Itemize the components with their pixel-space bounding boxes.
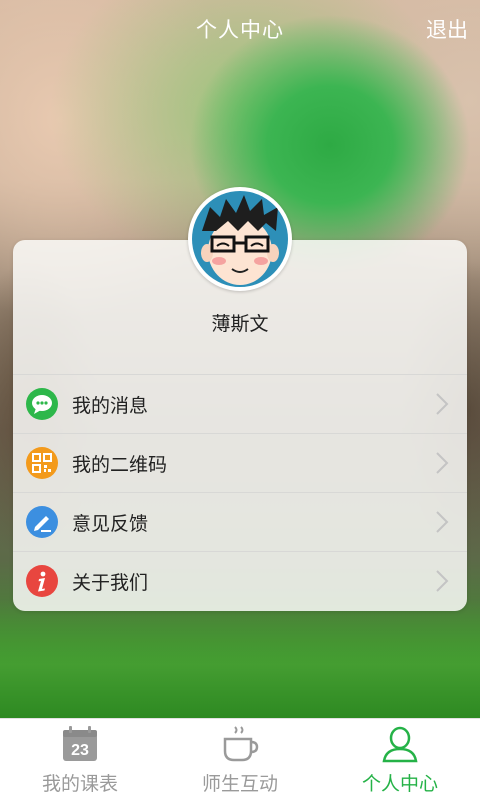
profile-name: 薄斯文 <box>211 313 269 335</box>
page-title: 个人中心 <box>196 18 284 42</box>
tab-schedule[interactable]: 23 我的课表 <box>0 719 160 801</box>
logout-button[interactable]: 退出 <box>426 14 468 44</box>
menu-item-label: 关于我们 <box>72 572 149 594</box>
tab-interaction[interactable]: 师生互动 <box>160 719 320 801</box>
calendar-icon: 23 <box>63 726 97 761</box>
tab-label: 个人中心 <box>361 773 438 795</box>
cup-icon <box>223 726 259 762</box>
user-icon <box>382 726 418 763</box>
info-icon <box>26 565 58 597</box>
bottom-tab-bar: 23 我的课表 师生互动 个人中心 <box>0 718 480 801</box>
profile-menu: 我的消息 我的二维码 意见反馈 关于我们 <box>13 374 467 610</box>
menu-item-label: 我的二维码 <box>72 454 168 476</box>
chevron-right-icon <box>436 393 449 415</box>
menu-item-qrcode[interactable]: 我的二维码 <box>13 433 467 492</box>
calendar-date: 23 <box>71 742 89 759</box>
qr-code-icon <box>26 447 58 479</box>
tab-label: 我的课表 <box>41 773 118 795</box>
chevron-right-icon <box>436 452 449 474</box>
pencil-icon <box>26 506 58 538</box>
tab-label: 师生互动 <box>201 773 278 795</box>
menu-item-label: 意见反馈 <box>72 513 149 535</box>
avatar[interactable] <box>188 187 292 291</box>
menu-item-label: 我的消息 <box>72 395 149 417</box>
chevron-right-icon <box>436 570 449 592</box>
menu-item-about[interactable]: 关于我们 <box>13 551 467 610</box>
avatar-image <box>192 191 288 287</box>
background-green-band <box>0 600 480 718</box>
menu-item-messages[interactable]: 我的消息 <box>13 374 467 433</box>
top-bar: 个人中心 退出 <box>0 0 480 60</box>
chevron-right-icon <box>436 511 449 533</box>
menu-item-feedback[interactable]: 意见反馈 <box>13 492 467 551</box>
tab-profile[interactable]: 个人中心 <box>320 719 480 801</box>
chat-bubble-icon <box>26 388 58 420</box>
